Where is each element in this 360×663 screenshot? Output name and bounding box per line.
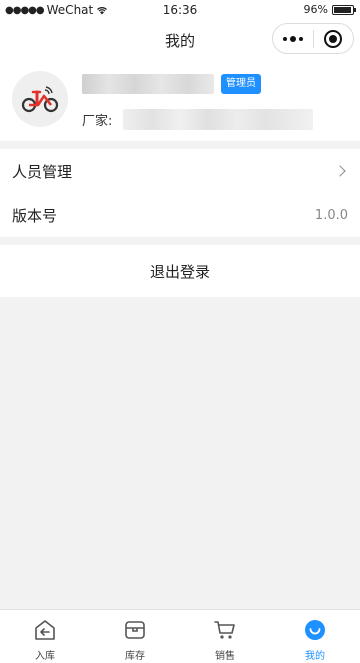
battery-fill: [334, 6, 352, 13]
cart-icon: [213, 618, 237, 642]
mini-program-capsule: [272, 23, 354, 54]
tab-mine[interactable]: 我的: [270, 610, 360, 663]
tab-label: 入库: [35, 651, 55, 662]
avatar: [12, 71, 68, 127]
box-icon: [123, 618, 147, 642]
scooter-logo-icon: [21, 86, 59, 113]
tab-bar: 入库 库存 销售 我的: [0, 609, 360, 663]
profile-icon: [303, 618, 327, 642]
tab-label: 库存: [125, 651, 145, 662]
tab-inbound[interactable]: 入库: [0, 610, 90, 663]
status-right: 96%: [303, 3, 356, 16]
menu-list: 人员管理 版本号 1.0.0: [0, 149, 360, 237]
user-name-redacted: [82, 74, 214, 94]
target-icon: [324, 29, 343, 48]
status-bar: ●●●●● WeChat 16:36 96%: [0, 0, 360, 20]
logout-button[interactable]: 退出登录: [0, 245, 360, 297]
menu-item-version: 版本号 1.0.0: [0, 193, 360, 237]
more-button[interactable]: [273, 24, 313, 53]
nav-bar: 我的: [0, 20, 360, 60]
chevron-right-icon: [334, 165, 346, 177]
vendor-value-redacted: [123, 109, 313, 130]
tab-label: 销售: [215, 651, 235, 662]
menu-item-staff-management[interactable]: 人员管理: [0, 149, 360, 193]
close-mini-program-button[interactable]: [314, 24, 354, 53]
menu-item-label: 版本号: [12, 206, 58, 225]
more-dots-icon: [282, 35, 303, 42]
tab-sales[interactable]: 销售: [180, 610, 270, 663]
vendor-label: 厂家:: [82, 114, 113, 129]
version-value: 1.0.0: [314, 207, 348, 223]
menu-item-label: 人员管理: [12, 162, 73, 181]
inbound-icon: [33, 618, 57, 642]
role-badge: 管理员: [221, 74, 261, 94]
tab-label: 我的: [305, 651, 325, 662]
tab-inventory[interactable]: 库存: [90, 610, 180, 663]
battery-percent: 96%: [303, 3, 328, 16]
profile-card: 管理员 厂家:: [0, 60, 360, 141]
battery-icon: [332, 4, 356, 15]
